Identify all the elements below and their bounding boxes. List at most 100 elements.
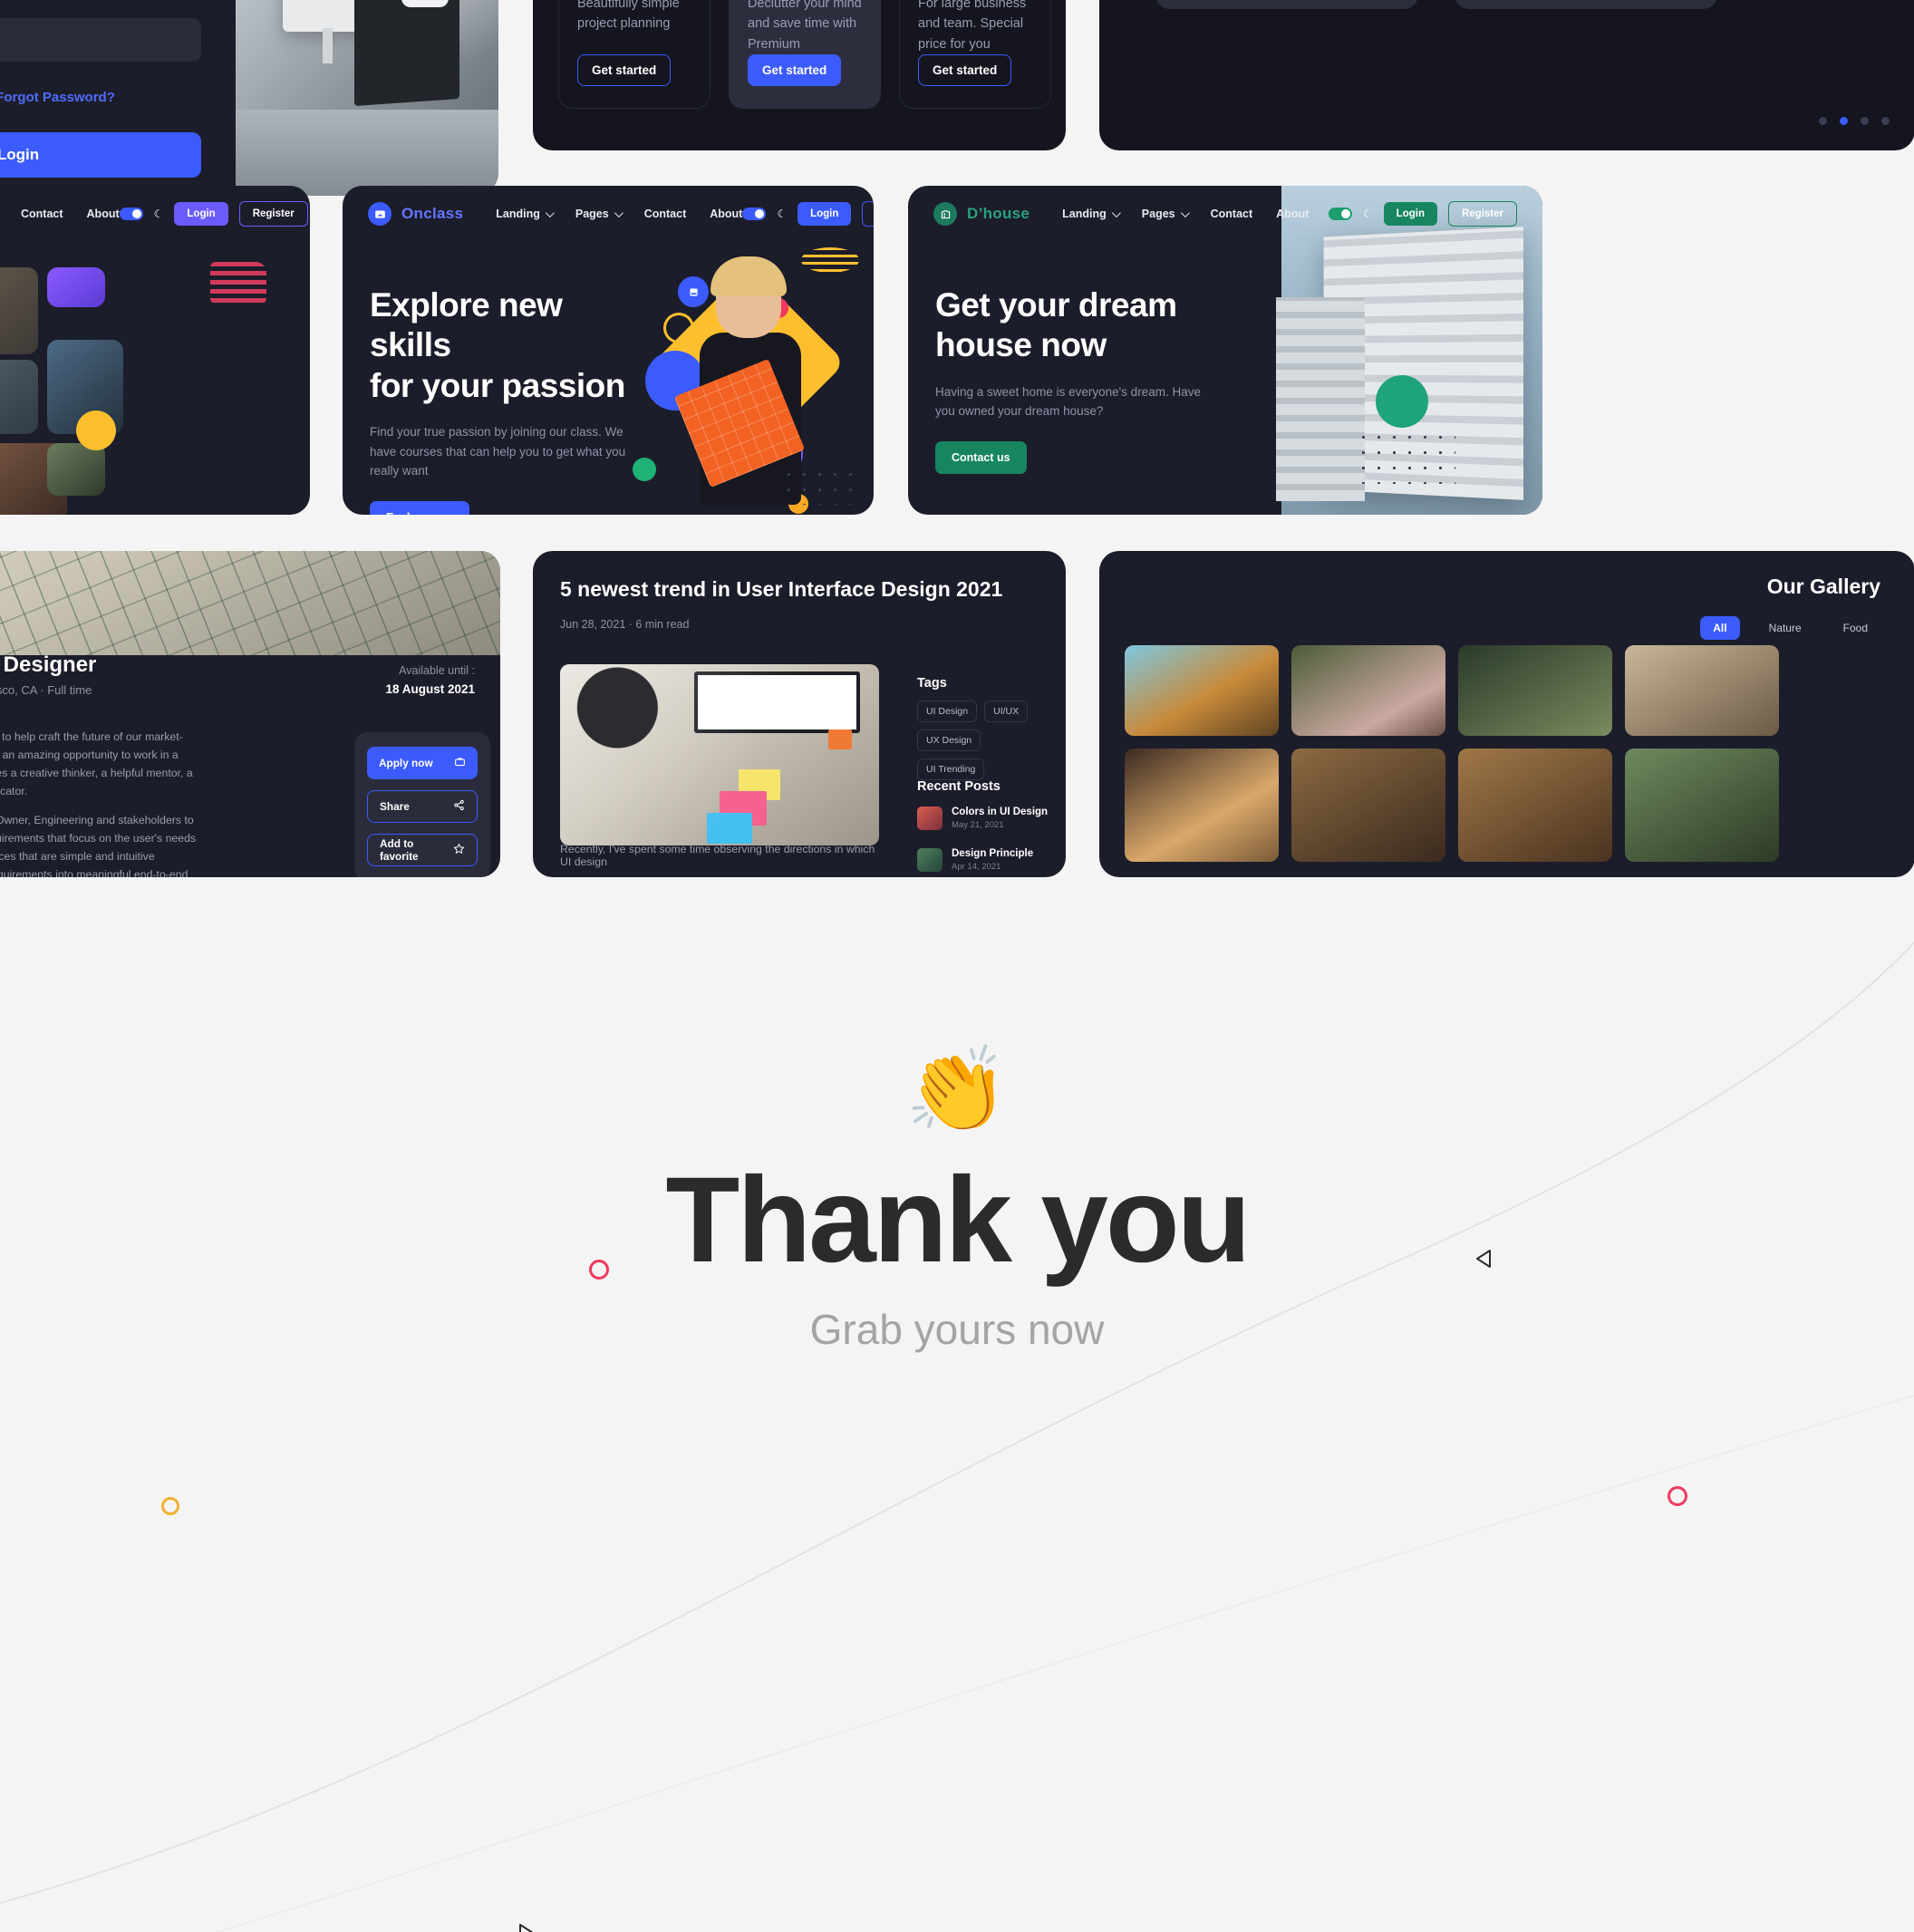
blog-article-card: 5 newest trend in User Interface Design …: [533, 551, 1066, 877]
apply-now-button[interactable]: Apply now: [367, 747, 478, 779]
theme-toggle[interactable]: [119, 208, 143, 220]
gallery-image[interactable]: [1458, 645, 1612, 736]
action-label: Add to favorite: [380, 837, 419, 863]
tags-heading: Tags: [917, 676, 947, 691]
nav-link-pages[interactable]: Pages: [1141, 208, 1190, 220]
green-circle-decoration: [633, 458, 656, 481]
filter-food[interactable]: Food: [1831, 616, 1880, 640]
carousel-dot-active[interactable]: [1840, 117, 1848, 125]
desk-photo: [236, 0, 498, 196]
tag[interactable]: UI Design: [917, 700, 978, 722]
article-image: [560, 664, 879, 845]
carousel-dots[interactable]: [1819, 117, 1890, 125]
carousel-dot[interactable]: [1881, 117, 1890, 125]
navbar: Contact About ☾ Login Register: [0, 186, 310, 242]
get-started-button[interactable]: Get started: [577, 54, 672, 86]
tag[interactable]: UI/UX: [984, 700, 1029, 722]
moon-icon: ☾: [777, 208, 788, 220]
filter-nature[interactable]: Nature: [1756, 616, 1814, 640]
theme-toggle[interactable]: [742, 208, 767, 220]
remember-me-row[interactable]: Remember me Forgot Password?: [0, 89, 201, 105]
gallery-image[interactable]: [1291, 645, 1445, 736]
login-button[interactable]: Login: [798, 202, 852, 226]
gallery-image[interactable]: [1625, 645, 1779, 736]
tag[interactable]: UX Design: [917, 729, 981, 751]
nav-link-landing[interactable]: Landing: [1062, 208, 1121, 220]
nav-link-about[interactable]: About: [1276, 208, 1309, 220]
nav-label: Pages: [575, 208, 609, 220]
share-button[interactable]: Share: [367, 790, 478, 823]
nav-link-about[interactable]: About: [87, 208, 120, 220]
nav-link-pages[interactable]: Pages: [575, 208, 624, 220]
brand-name: D’house: [967, 205, 1030, 222]
login-button[interactable]: Login: [1383, 202, 1437, 226]
green-circle-decoration: [1376, 375, 1428, 428]
forgot-password-link[interactable]: Forgot Password?: [0, 90, 115, 105]
dhouse-logo-icon: [933, 202, 957, 226]
gallery-grid: [1125, 645, 1779, 862]
plan-text: Beautifully simple project planning: [577, 0, 680, 32]
job-subtitle: San Francisco, CA · Full time: [0, 683, 92, 697]
chevron-down-icon: [614, 208, 624, 217]
gallery-image[interactable]: [1458, 749, 1612, 862]
post-title: Colors in UI Design: [952, 807, 1049, 817]
nav-link-contact[interactable]: Contact: [1211, 208, 1253, 220]
nav-link-landing[interactable]: Landing: [496, 208, 555, 220]
gallery-image[interactable]: [1125, 645, 1279, 736]
theme-toggle[interactable]: [1328, 208, 1352, 220]
login-button[interactable]: Login: [174, 202, 228, 226]
yellow-circle-decoration: [76, 411, 116, 450]
job-action-panel: Apply now Share Add to favorite: [354, 732, 490, 877]
plan-text: Declutter your mind and save time with P…: [748, 0, 862, 52]
gallery-image[interactable]: [1625, 749, 1779, 862]
nav-link-about[interactable]: About: [710, 208, 742, 220]
filter-all[interactable]: All: [1700, 616, 1740, 640]
hero-paragraph: Find your true passion by joining our cl…: [370, 425, 626, 478]
moon-icon: ☾: [1362, 208, 1373, 220]
testimonial-item: I received great customer service from t…: [1155, 0, 1418, 9]
recent-post-item[interactable]: Colors in UI Design May 21, 2021: [917, 807, 1048, 830]
gallery-image[interactable]: [1291, 749, 1445, 862]
password-input[interactable]: [0, 18, 201, 62]
nav-label: Pages: [1141, 208, 1175, 220]
laptop-shape: [693, 671, 860, 733]
brand[interactable]: Onclass: [368, 202, 463, 226]
post-date: May 21, 2021: [952, 820, 1004, 830]
get-started-button[interactable]: Get started: [918, 54, 1012, 86]
yellow-ring-decoration: [161, 1497, 179, 1515]
explore-now-button[interactable]: Explore now: [370, 500, 470, 515]
education-landing-card: Contact About ☾ Login Register fe s of: [0, 186, 310, 515]
register-button[interactable]: Register: [238, 201, 308, 227]
carousel-dot[interactable]: [1861, 117, 1869, 125]
tag[interactable]: UI Trending: [917, 758, 985, 780]
wave-decoration: [801, 247, 859, 273]
register-button[interactable]: Register: [862, 201, 874, 227]
sticky-note: [720, 791, 767, 826]
dhouse-landing-card: D’house Landing Pages Contact About ☾ Lo…: [908, 186, 1542, 515]
tag-list: UI Design UI/UX UX Design UI Trending: [917, 700, 1051, 780]
action-label: Apply now: [379, 757, 433, 769]
article-meta: Jun 28, 2021 · 6 min read: [560, 617, 690, 631]
brand[interactable]: D’house: [933, 202, 1030, 226]
star-icon: [453, 843, 465, 857]
navbar: D’house Landing Pages Contact About ☾ Lo…: [908, 186, 1542, 242]
post-date: Apr 14, 2021: [952, 862, 1001, 872]
register-button[interactable]: Register: [1447, 201, 1517, 227]
gallery-card: Our Gallery All Nature Food: [1099, 551, 1914, 877]
gallery-image[interactable]: [1125, 749, 1279, 862]
login-button[interactable]: Login: [0, 132, 201, 178]
nav-link-contact[interactable]: Contact: [644, 208, 687, 220]
get-started-button[interactable]: Get started: [748, 54, 842, 86]
post-title: Design Principle: [952, 848, 1034, 859]
recent-post-item[interactable]: Design Principle Apr 14, 2021: [917, 848, 1033, 872]
plan-text: For large business and team. Special pri…: [918, 0, 1027, 52]
pricing-card: Beautifully simple project planning Get …: [533, 0, 1066, 150]
login-card: Remember me Forgot Password? Login: [0, 0, 498, 196]
testimonial-card: I received great customer service from t…: [1099, 0, 1914, 150]
nav-link-contact[interactable]: Contact: [21, 208, 63, 220]
contact-us-button[interactable]: Contact us: [935, 440, 1027, 474]
laptop-shape: [353, 0, 459, 106]
cursor-right-icon: [515, 1921, 538, 1932]
add-to-favorite-button[interactable]: Add to favorite: [367, 834, 478, 866]
carousel-dot[interactable]: [1819, 117, 1827, 125]
